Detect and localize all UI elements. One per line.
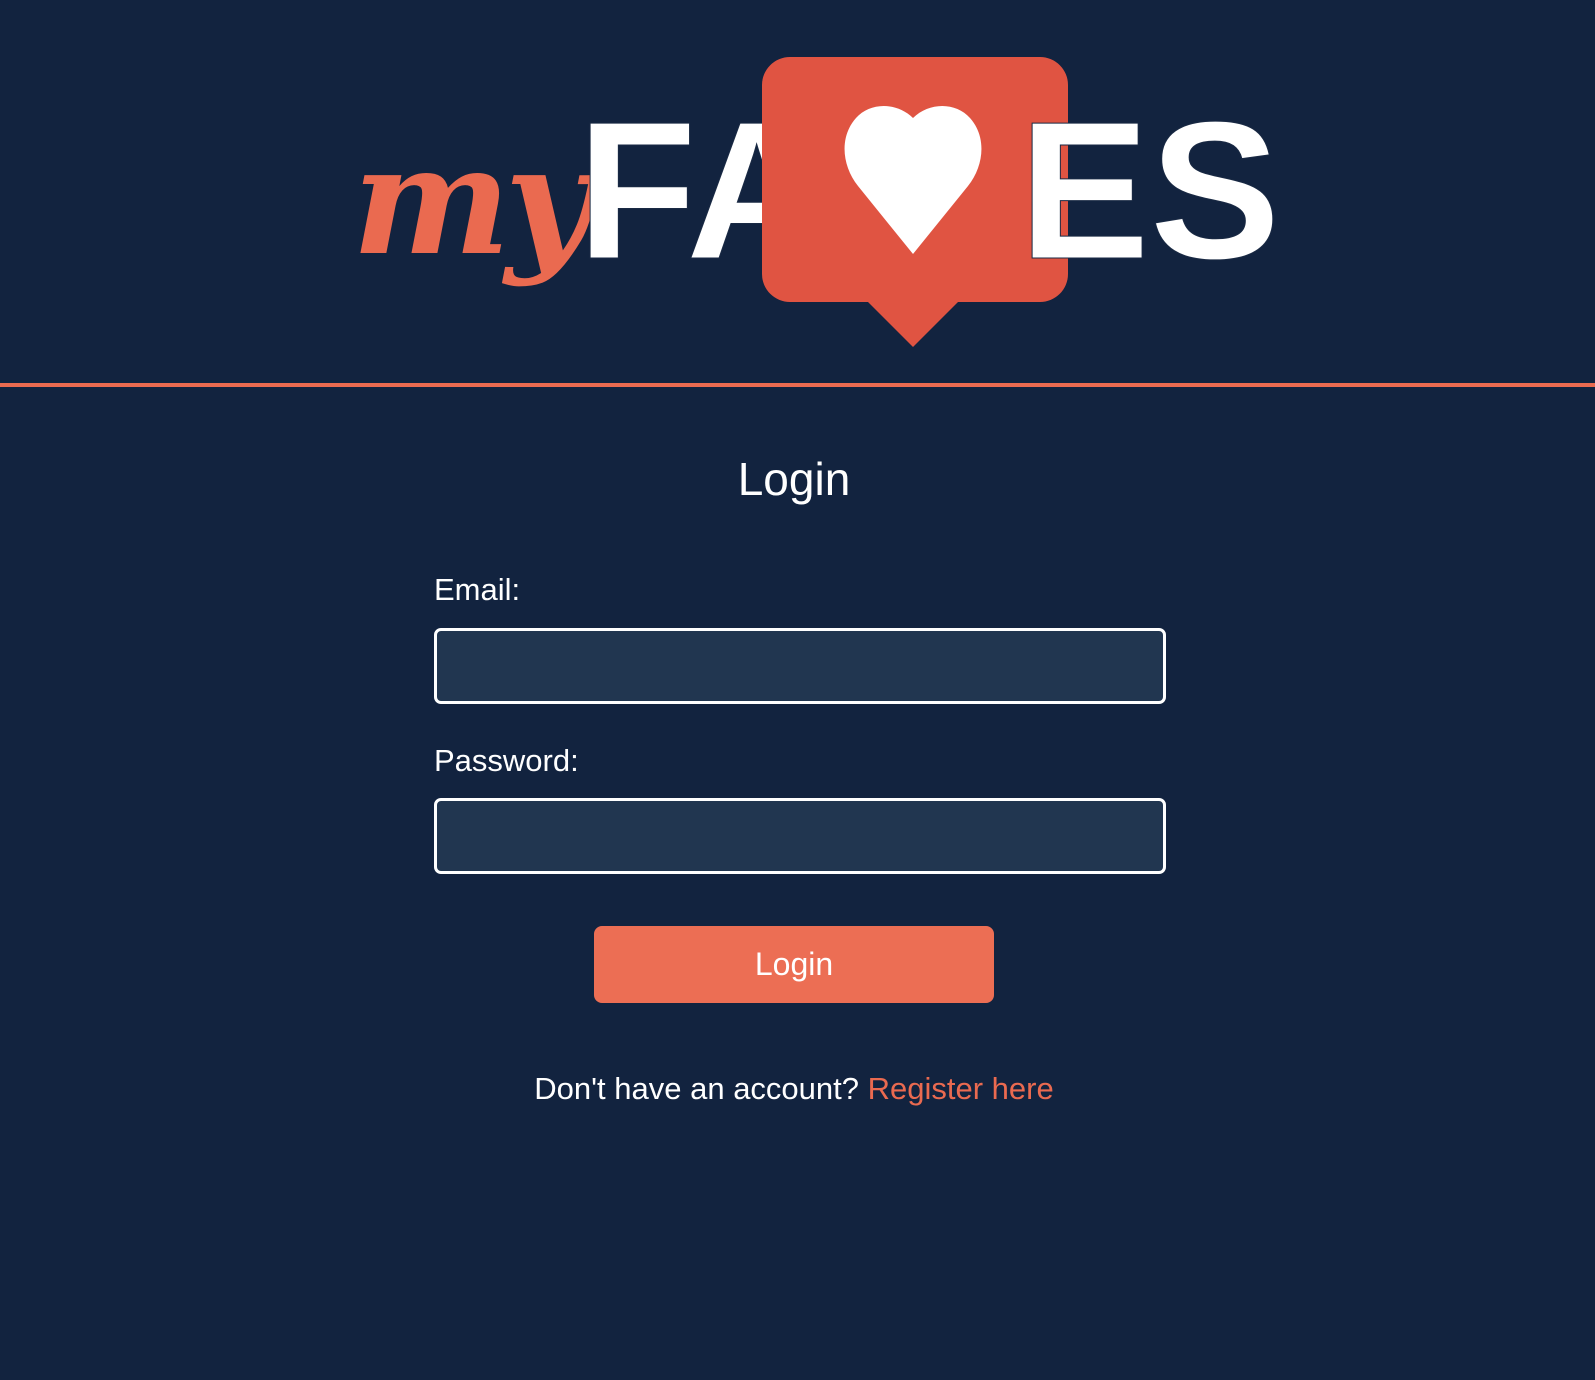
logo-my-text: my — [352, 113, 601, 289]
register-link[interactable]: Register here — [868, 1071, 1054, 1106]
password-field[interactable] — [434, 798, 1166, 874]
myfaves-logo: my FA ES — [352, 57, 1281, 347]
login-button[interactable]: Login — [594, 926, 994, 1003]
password-label: Password: — [434, 743, 579, 778]
page-title: Login — [737, 453, 851, 505]
header: my FA ES — [0, 0, 1595, 384]
email-label: Email: — [434, 572, 521, 607]
register-prompt-text: Don't have an account? — [534, 1071, 860, 1106]
header-divider — [0, 383, 1595, 387]
logo-word-right: ES — [1019, 81, 1280, 300]
email-field[interactable] — [434, 628, 1166, 704]
register-prompt: Don't have an account? Register here — [0, 1070, 1588, 1108]
